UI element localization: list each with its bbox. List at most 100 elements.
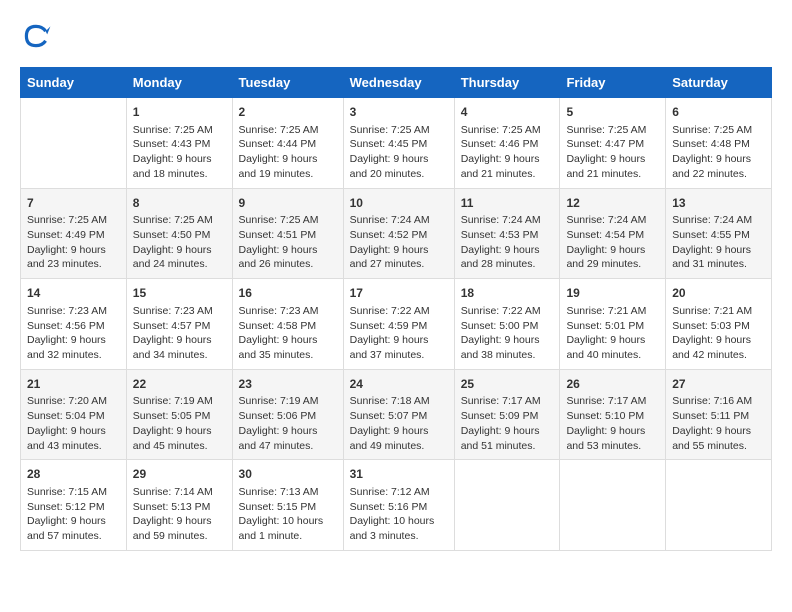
day-number: 10 bbox=[350, 195, 448, 212]
day-number: 29 bbox=[133, 466, 226, 483]
calendar-cell bbox=[666, 460, 772, 551]
cell-content: Sunrise: 7:12 AM Sunset: 5:16 PM Dayligh… bbox=[350, 485, 448, 544]
calendar-cell: 25Sunrise: 7:17 AM Sunset: 5:09 PM Dayli… bbox=[454, 369, 560, 460]
calendar-cell: 11Sunrise: 7:24 AM Sunset: 4:53 PM Dayli… bbox=[454, 188, 560, 279]
day-number: 21 bbox=[27, 376, 120, 393]
cell-content: Sunrise: 7:25 AM Sunset: 4:44 PM Dayligh… bbox=[239, 123, 337, 182]
cell-content: Sunrise: 7:19 AM Sunset: 5:06 PM Dayligh… bbox=[239, 394, 337, 453]
cell-content: Sunrise: 7:22 AM Sunset: 4:59 PM Dayligh… bbox=[350, 304, 448, 363]
cell-content: Sunrise: 7:18 AM Sunset: 5:07 PM Dayligh… bbox=[350, 394, 448, 453]
cell-content: Sunrise: 7:14 AM Sunset: 5:13 PM Dayligh… bbox=[133, 485, 226, 544]
calendar-cell: 17 Sunrise: 7:22 AM Sunset: 4:59 PM Dayli… bbox=[343, 279, 454, 370]
cell-content: Sunrise: 7:17 AM Sunset: 5:10 PM Dayligh… bbox=[566, 394, 659, 453]
calendar-cell: 12Sunrise: 7:24 AM Sunset: 4:54 PM Dayli… bbox=[560, 188, 666, 279]
cell-content: Sunrise: 7:25 AM Sunset: 4:49 PM Dayligh… bbox=[27, 213, 120, 272]
cell-content: Sunrise: 7:23 AM Sunset: 4:58 PM Dayligh… bbox=[239, 304, 337, 363]
day-number: 27 bbox=[672, 376, 765, 393]
weekday-header: Saturday bbox=[666, 68, 772, 98]
cell-content: Sunrise: 7:24 AM Sunset: 4:52 PM Dayligh… bbox=[350, 213, 448, 272]
calendar-cell: 20Sunrise: 7:21 AM Sunset: 5:03 PM Dayli… bbox=[666, 279, 772, 370]
cell-content: Sunrise: 7:25 AM Sunset: 4:50 PM Dayligh… bbox=[133, 213, 226, 272]
calendar-cell: 27Sunrise: 7:16 AM Sunset: 5:11 PM Dayli… bbox=[666, 369, 772, 460]
weekday-header: Monday bbox=[126, 68, 232, 98]
day-number: 17 bbox=[350, 285, 448, 302]
day-number: 16 bbox=[239, 285, 337, 302]
cell-content: Sunrise: 7:25 AM Sunset: 4:47 PM Dayligh… bbox=[566, 123, 659, 182]
calendar-cell: 6Sunrise: 7:25 AM Sunset: 4:48 PM Daylig… bbox=[666, 98, 772, 189]
calendar-cell: 19 Sunrise: 7:21 AM Sunset: 5:01 PM Dayli… bbox=[560, 279, 666, 370]
day-number: 3 bbox=[350, 104, 448, 121]
day-number: 22 bbox=[133, 376, 226, 393]
day-number: 28 bbox=[27, 466, 120, 483]
day-number: 13 bbox=[672, 195, 765, 212]
day-number: 9 bbox=[239, 195, 337, 212]
weekday-header: Sunday bbox=[21, 68, 127, 98]
calendar-cell: 4Sunrise: 7:25 AM Sunset: 4:46 PM Daylig… bbox=[454, 98, 560, 189]
calendar-cell: 29 Sunrise: 7:14 AM Sunset: 5:13 PM Dayli… bbox=[126, 460, 232, 551]
calendar-table: SundayMondayTuesdayWednesdayThursdayFrid… bbox=[20, 67, 772, 551]
cell-content: Sunrise: 7:24 AM Sunset: 4:53 PM Dayligh… bbox=[461, 213, 554, 272]
calendar-week-row: 28 Sunrise: 7:15 AM Sunset: 5:12 PM Dayli… bbox=[21, 460, 772, 551]
cell-content: Sunrise: 7:13 AM Sunset: 5:15 PM Dayligh… bbox=[239, 485, 337, 544]
day-number: 6 bbox=[672, 104, 765, 121]
cell-content: Sunrise: 7:25 AM Sunset: 4:51 PM Dayligh… bbox=[239, 213, 337, 272]
calendar-cell: 26Sunrise: 7:17 AM Sunset: 5:10 PM Dayli… bbox=[560, 369, 666, 460]
calendar-cell: 15Sunrise: 7:23 AM Sunset: 4:57 PM Dayli… bbox=[126, 279, 232, 370]
calendar-cell bbox=[454, 460, 560, 551]
cell-content: Sunrise: 7:23 AM Sunset: 4:57 PM Dayligh… bbox=[133, 304, 226, 363]
calendar-week-row: 14 Sunrise: 7:23 AM Sunset: 4:56 PM Dayli… bbox=[21, 279, 772, 370]
day-number: 12 bbox=[566, 195, 659, 212]
day-number: 7 bbox=[27, 195, 120, 212]
calendar-cell: 14 Sunrise: 7:23 AM Sunset: 4:56 PM Dayli… bbox=[21, 279, 127, 370]
day-number: 11 bbox=[461, 195, 554, 212]
calendar-cell bbox=[21, 98, 127, 189]
calendar-cell: 30 Sunrise: 7:13 AM Sunset: 5:15 PM Dayli… bbox=[232, 460, 343, 551]
calendar-cell: 13Sunrise: 7:24 AM Sunset: 4:55 PM Dayli… bbox=[666, 188, 772, 279]
cell-content: Sunrise: 7:17 AM Sunset: 5:09 PM Dayligh… bbox=[461, 394, 554, 453]
weekday-header: Thursday bbox=[454, 68, 560, 98]
calendar-cell: 24Sunrise: 7:18 AM Sunset: 5:07 PM Dayli… bbox=[343, 369, 454, 460]
calendar-cell: 2 Sunrise: 7:25 AM Sunset: 4:44 PM Daylig… bbox=[232, 98, 343, 189]
cell-content: Sunrise: 7:21 AM Sunset: 5:03 PM Dayligh… bbox=[672, 304, 765, 363]
day-number: 25 bbox=[461, 376, 554, 393]
calendar-cell: 22Sunrise: 7:19 AM Sunset: 5:05 PM Dayli… bbox=[126, 369, 232, 460]
calendar-cell: 1 Sunrise: 7:25 AM Sunset: 4:43 PM Daylig… bbox=[126, 98, 232, 189]
cell-content: Sunrise: 7:15 AM Sunset: 5:12 PM Dayligh… bbox=[27, 485, 120, 544]
calendar-cell: 28 Sunrise: 7:15 AM Sunset: 5:12 PM Dayli… bbox=[21, 460, 127, 551]
header-row: SundayMondayTuesdayWednesdayThursdayFrid… bbox=[21, 68, 772, 98]
calendar-cell: 16 Sunrise: 7:23 AM Sunset: 4:58 PM Dayli… bbox=[232, 279, 343, 370]
calendar-cell bbox=[560, 460, 666, 551]
weekday-header: Tuesday bbox=[232, 68, 343, 98]
day-number: 31 bbox=[350, 466, 448, 483]
day-number: 8 bbox=[133, 195, 226, 212]
calendar-cell: 8Sunrise: 7:25 AM Sunset: 4:50 PM Daylig… bbox=[126, 188, 232, 279]
weekday-header: Wednesday bbox=[343, 68, 454, 98]
cell-content: Sunrise: 7:25 AM Sunset: 4:46 PM Dayligh… bbox=[461, 123, 554, 182]
calendar-week-row: 1 Sunrise: 7:25 AM Sunset: 4:43 PM Daylig… bbox=[21, 98, 772, 189]
calendar-week-row: 7Sunrise: 7:25 AM Sunset: 4:49 PM Daylig… bbox=[21, 188, 772, 279]
day-number: 26 bbox=[566, 376, 659, 393]
day-number: 23 bbox=[239, 376, 337, 393]
cell-content: Sunrise: 7:25 AM Sunset: 4:43 PM Dayligh… bbox=[133, 123, 226, 182]
cell-content: Sunrise: 7:22 AM Sunset: 5:00 PM Dayligh… bbox=[461, 304, 554, 363]
day-number: 24 bbox=[350, 376, 448, 393]
calendar-cell: 21Sunrise: 7:20 AM Sunset: 5:04 PM Dayli… bbox=[21, 369, 127, 460]
cell-content: Sunrise: 7:16 AM Sunset: 5:11 PM Dayligh… bbox=[672, 394, 765, 453]
calendar-cell: 3 Sunrise: 7:25 AM Sunset: 4:45 PM Daylig… bbox=[343, 98, 454, 189]
cell-content: Sunrise: 7:25 AM Sunset: 4:45 PM Dayligh… bbox=[350, 123, 448, 182]
day-number: 5 bbox=[566, 104, 659, 121]
day-number: 18 bbox=[461, 285, 554, 302]
day-number: 30 bbox=[239, 466, 337, 483]
calendar-cell: 31 Sunrise: 7:12 AM Sunset: 5:16 PM Dayli… bbox=[343, 460, 454, 551]
cell-content: Sunrise: 7:19 AM Sunset: 5:05 PM Dayligh… bbox=[133, 394, 226, 453]
cell-content: Sunrise: 7:24 AM Sunset: 4:55 PM Dayligh… bbox=[672, 213, 765, 272]
day-number: 2 bbox=[239, 104, 337, 121]
day-number: 14 bbox=[27, 285, 120, 302]
cell-content: Sunrise: 7:21 AM Sunset: 5:01 PM Dayligh… bbox=[566, 304, 659, 363]
page-header bbox=[20, 20, 772, 52]
cell-content: Sunrise: 7:23 AM Sunset: 4:56 PM Dayligh… bbox=[27, 304, 120, 363]
cell-content: Sunrise: 7:20 AM Sunset: 5:04 PM Dayligh… bbox=[27, 394, 120, 453]
day-number: 1 bbox=[133, 104, 226, 121]
calendar-cell: 18 Sunrise: 7:22 AM Sunset: 5:00 PM Dayli… bbox=[454, 279, 560, 370]
day-number: 19 bbox=[566, 285, 659, 302]
